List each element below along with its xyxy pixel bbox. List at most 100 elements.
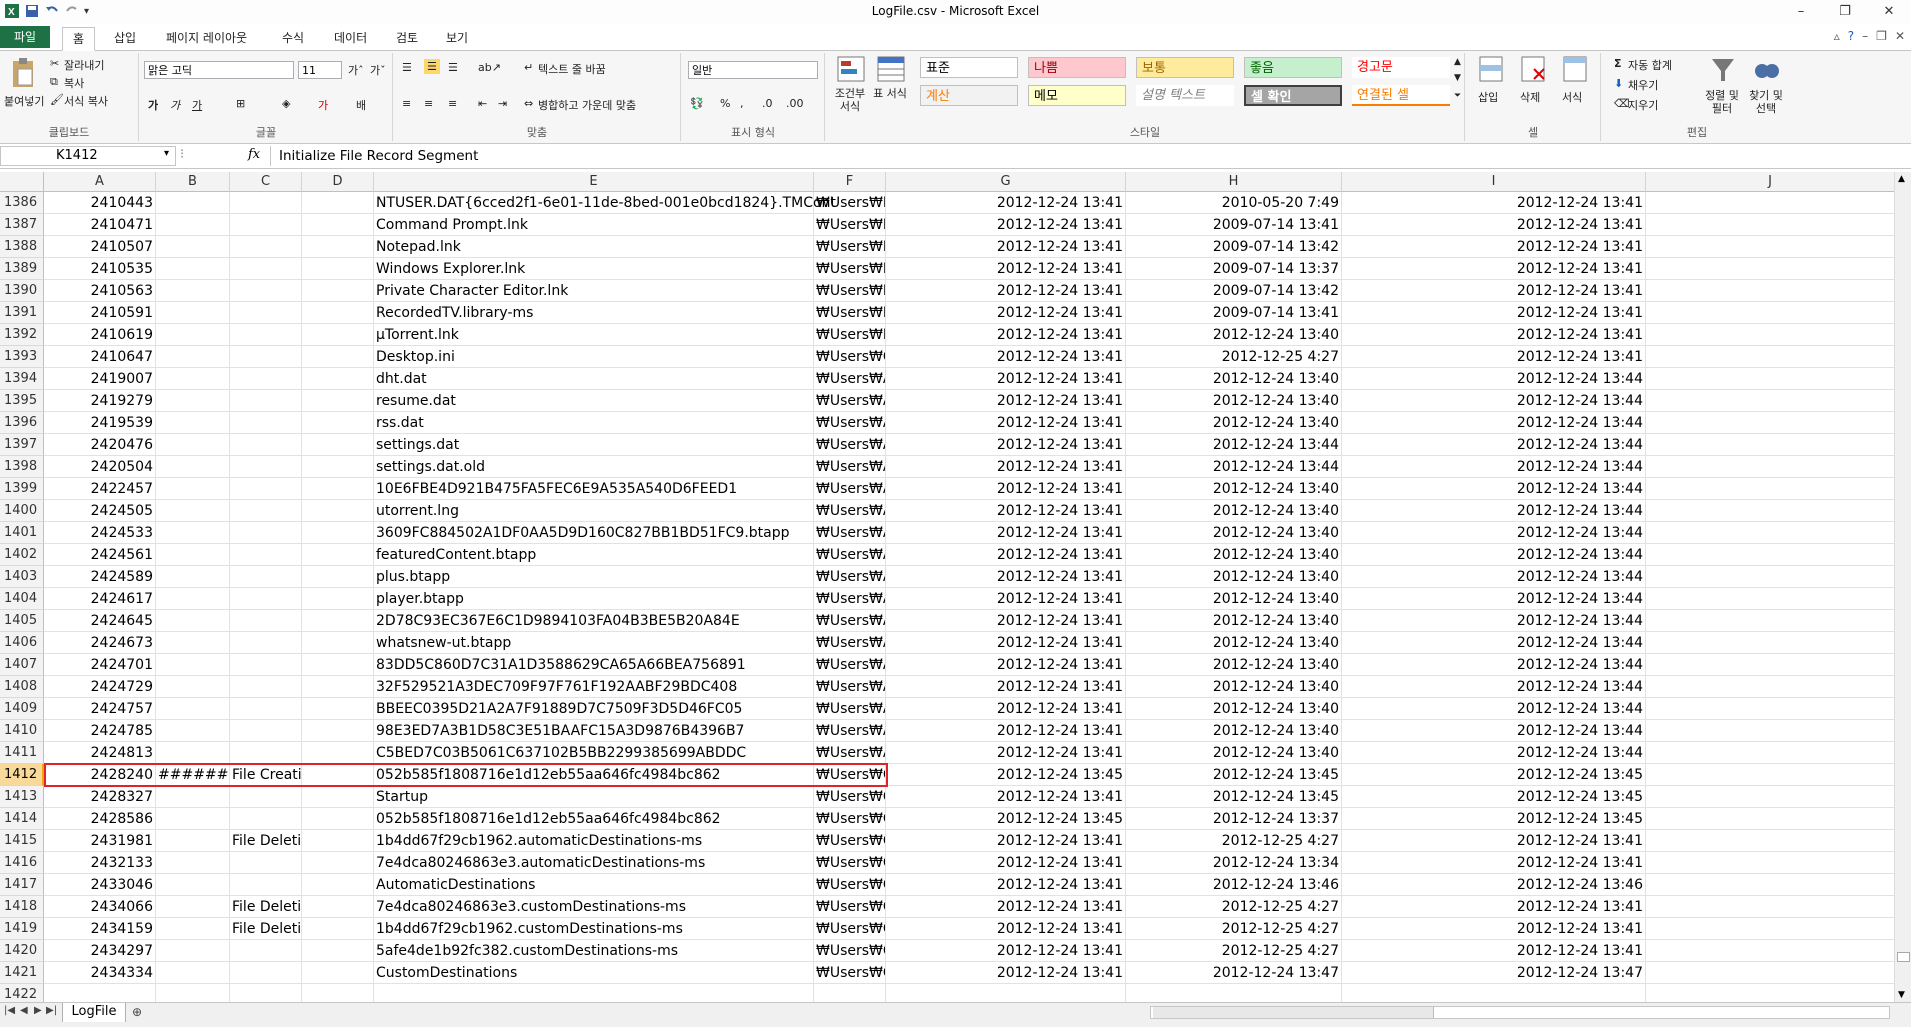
row-header[interactable]: 1413 xyxy=(0,786,44,808)
column-header-a[interactable]: A xyxy=(44,172,156,192)
cell-g[interactable]: 2012-12-24 13:41 xyxy=(886,896,1126,918)
prev-sheet-icon[interactable]: ◀ xyxy=(20,1005,28,1016)
cell-j[interactable] xyxy=(1646,808,1895,830)
cell-g[interactable]: 2012-12-24 13:41 xyxy=(886,852,1126,874)
cell-c[interactable] xyxy=(230,742,302,764)
cell-i[interactable]: 2012-12-24 13:41 xyxy=(1342,896,1646,918)
cell-e[interactable] xyxy=(374,984,814,1002)
cell-f[interactable]: ₩Users₩A xyxy=(814,632,886,654)
font-name-select[interactable]: 맑은 고딕 xyxy=(144,61,294,79)
cell-c[interactable] xyxy=(230,412,302,434)
cell-b[interactable] xyxy=(156,610,230,632)
row-header[interactable]: 1399 xyxy=(0,478,44,500)
percent-icon[interactable]: % xyxy=(720,97,730,110)
cell-i[interactable]: 2012-12-24 13:44 xyxy=(1342,676,1646,698)
cell-j[interactable] xyxy=(1646,720,1895,742)
cell-a[interactable]: 2434297 xyxy=(44,940,156,962)
cell-a[interactable]: 2424533 xyxy=(44,522,156,544)
cell-f[interactable]: ₩Users₩A xyxy=(814,500,886,522)
column-header-i[interactable]: I xyxy=(1342,172,1646,192)
cell-f[interactable]: ₩Users₩C xyxy=(814,852,886,874)
cell-f[interactable]: ₩Users₩C xyxy=(814,830,886,852)
cell-b[interactable] xyxy=(156,192,230,214)
cell-h[interactable]: 2012-12-25 4:27 xyxy=(1126,346,1342,368)
row-header[interactable]: 1386 xyxy=(0,192,44,214)
cell-h[interactable]: 2012-12-24 13:40 xyxy=(1126,544,1342,566)
cell-b[interactable] xyxy=(156,896,230,918)
cell-j[interactable] xyxy=(1646,852,1895,874)
row-header[interactable]: 1393 xyxy=(0,346,44,368)
cell-h[interactable]: 2009-07-14 13:42 xyxy=(1126,280,1342,302)
align-right-icon[interactable]: ≡ xyxy=(448,97,457,110)
row-header[interactable]: 1421 xyxy=(0,962,44,984)
minimize-ribbon-icon[interactable]: ▵ xyxy=(1834,29,1840,43)
close-icon[interactable]: ✕ xyxy=(1867,0,1911,24)
cell-i[interactable]: 2012-12-24 13:45 xyxy=(1342,786,1646,808)
cell-a[interactable]: 2424813 xyxy=(44,742,156,764)
cell-c[interactable] xyxy=(230,984,302,1002)
cell-h[interactable]: 2012-12-24 13:40 xyxy=(1126,522,1342,544)
column-header-b[interactable]: B xyxy=(156,172,230,192)
cell-f[interactable]: ₩Users₩A xyxy=(814,368,886,390)
comma-icon[interactable]: , xyxy=(740,97,744,110)
cell-c[interactable]: File Deletion xyxy=(230,896,302,918)
cell-j[interactable] xyxy=(1646,764,1895,786)
cell-f[interactable]: ₩Users₩D xyxy=(814,258,886,280)
cell-c[interactable] xyxy=(230,940,302,962)
paste-button[interactable]: 붙여넣기 xyxy=(4,93,44,109)
cell-c[interactable] xyxy=(230,544,302,566)
cell-b[interactable] xyxy=(156,214,230,236)
cell-d[interactable] xyxy=(302,434,374,456)
cell-g[interactable]: 2012-12-24 13:41 xyxy=(886,610,1126,632)
cell-a[interactable] xyxy=(44,984,156,1002)
row-header[interactable]: 1396 xyxy=(0,412,44,434)
cell-h[interactable]: 2012-12-24 13:40 xyxy=(1126,368,1342,390)
cell-f[interactable]: ₩Users₩A xyxy=(814,434,886,456)
cell-b[interactable] xyxy=(156,302,230,324)
cell-f[interactable]: ₩Users₩A xyxy=(814,522,886,544)
cell-f[interactable]: ₩Users₩C xyxy=(814,874,886,896)
cell-a[interactable]: 2433046 xyxy=(44,874,156,896)
cell-j[interactable] xyxy=(1646,742,1895,764)
cell-h[interactable]: 2012-12-24 13:45 xyxy=(1126,764,1342,786)
cell-f[interactable]: ₩Users₩A xyxy=(814,544,886,566)
align-bottom-icon[interactable]: ☰ xyxy=(448,61,458,74)
workbook-minimize-icon[interactable]: – xyxy=(1862,29,1868,43)
cell-h[interactable]: 2012-12-24 13:40 xyxy=(1126,588,1342,610)
cell-b[interactable] xyxy=(156,566,230,588)
column-header-d[interactable]: D xyxy=(302,172,374,192)
cell-d[interactable] xyxy=(302,280,374,302)
cell-g[interactable]: 2012-12-24 13:41 xyxy=(886,478,1126,500)
cell-d[interactable] xyxy=(302,654,374,676)
cell-e[interactable]: 3609FC884502A1DF0AA5D9D160C827BB1BD51FC9… xyxy=(374,522,814,544)
cell-f[interactable]: ₩Users₩A xyxy=(814,720,886,742)
horizontal-scrollbar[interactable] xyxy=(1150,1006,1890,1019)
cell-j[interactable] xyxy=(1646,302,1895,324)
cell-b[interactable] xyxy=(156,478,230,500)
spreadsheet-grid[interactable]: ABCDEFGHIJ 1386 2410443 NTUSER.DAT{6cced2f… xyxy=(0,172,1895,1002)
cell-a[interactable]: 2419539 xyxy=(44,412,156,434)
cell-d[interactable] xyxy=(302,258,374,280)
cell-i[interactable]: 2012-12-24 13:44 xyxy=(1342,588,1646,610)
cell-a[interactable]: 2431981 xyxy=(44,830,156,852)
grow-font-icon[interactable]: 가ˆ xyxy=(348,62,364,78)
cell-f[interactable]: ₩Users₩C xyxy=(814,940,886,962)
conditional-formatting-icon[interactable] xyxy=(836,55,866,83)
cell-a[interactable]: 2424561 xyxy=(44,544,156,566)
cell-h[interactable]: 2012-12-24 13:45 xyxy=(1126,786,1342,808)
cell-c[interactable] xyxy=(230,258,302,280)
cell-g[interactable]: 2012-12-24 13:41 xyxy=(886,346,1126,368)
row-header[interactable]: 1389 xyxy=(0,258,44,280)
delete-cells-icon[interactable] xyxy=(1520,55,1546,83)
cell-e[interactable]: 32F529521A3DEC709F97F761F192AABF29BDC408 xyxy=(374,676,814,698)
cell-a[interactable]: 2432133 xyxy=(44,852,156,874)
format-cells-button[interactable]: 서식 xyxy=(1562,89,1582,105)
cell-j[interactable] xyxy=(1646,676,1895,698)
cell-i[interactable]: 2012-12-24 13:41 xyxy=(1342,214,1646,236)
workbook-restore-icon[interactable]: ❐ xyxy=(1876,29,1887,43)
cell-j[interactable] xyxy=(1646,456,1895,478)
cell-d[interactable] xyxy=(302,456,374,478)
cell-e[interactable]: 10E6FBE4D921B475FA5FEC6E9A535A540D6FEED1 xyxy=(374,478,814,500)
row-header[interactable]: 1388 xyxy=(0,236,44,258)
cell-c[interactable] xyxy=(230,390,302,412)
